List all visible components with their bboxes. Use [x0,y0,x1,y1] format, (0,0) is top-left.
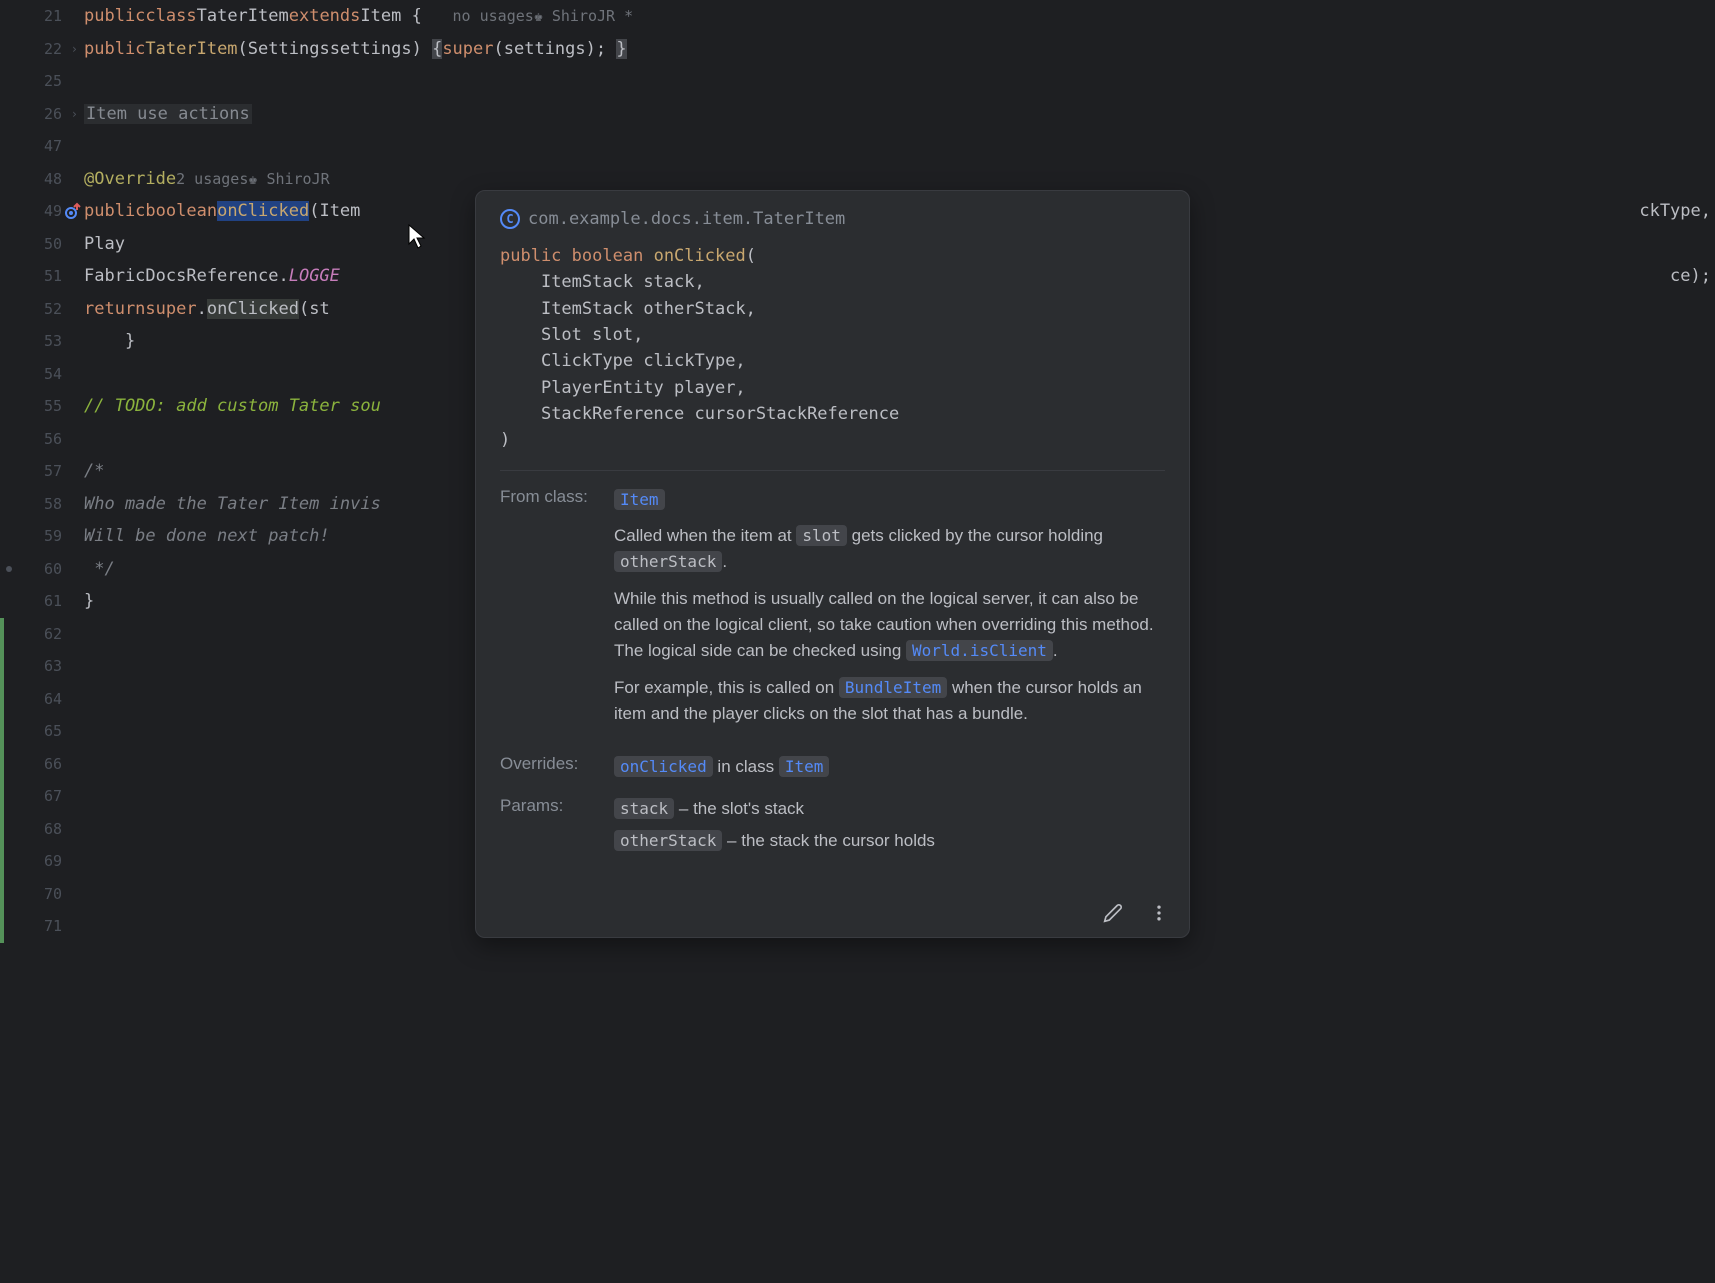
gutter-line[interactable]: 66 [0,748,80,781]
gutter-line[interactable]: 71 [0,910,80,943]
gutter-line[interactable]: 67 [0,780,80,813]
gutter-line[interactable]: 50 [0,228,80,261]
author-hint[interactable]: ♚ ShiroJR [248,170,329,188]
gutter-line[interactable]: 49 [0,195,80,228]
gutter: 2122›2526›474849505152535455565758596061… [0,0,80,1283]
doc-fqn[interactable]: com.example.docs.item.TaterItem [528,209,845,229]
folded-region[interactable]: Item use actions [84,104,252,124]
doc-description: For example, this is called on BundleIte… [614,675,1165,728]
gutter-line[interactable]: 21 [0,0,80,33]
class-link[interactable]: BundleItem [839,677,947,698]
gutter-line[interactable]: 47 [0,130,80,163]
gutter-line[interactable]: 65 [0,715,80,748]
fold-icon[interactable]: › [71,107,78,121]
doc-from-class: From class: Item Called when the item at… [500,487,1165,738]
gutter-line[interactable]: 63 [0,650,80,683]
param-row: stack – the slot's stack [614,796,1165,822]
gutter-line[interactable]: 48 [0,163,80,196]
divider [500,470,1165,471]
gutter-line[interactable]: 25 [0,65,80,98]
usage-hint[interactable]: no usages [453,7,534,25]
doc-class-header: C com.example.docs.item.TaterItem [500,209,1165,229]
kebab-icon [1149,903,1169,923]
gutter-line[interactable]: 58 [0,488,80,521]
gutter-line[interactable]: 57 [0,455,80,488]
doc-overrides: Overrides: onClicked in class Item [500,754,1165,780]
code-line[interactable]: public TaterItem(Settings settings) { su… [80,33,1715,66]
gutter-line[interactable]: 62 [0,618,80,651]
gutter-line[interactable]: 54 [0,358,80,391]
gutter-line[interactable]: 68 [0,813,80,846]
doc-description: While this method is usually called on t… [614,586,1165,665]
documentation-popup: C com.example.docs.item.TaterItem public… [475,190,1190,938]
gutter-line[interactable]: 51 [0,260,80,293]
class-link[interactable]: Item [614,489,665,510]
gutter-line[interactable]: 69 [0,845,80,878]
author-hint[interactable]: ♚ ShiroJR * [534,7,633,25]
gutter-line[interactable]: 64 [0,683,80,716]
code-line[interactable] [80,65,1715,98]
method-name-selected[interactable]: onClicked [217,201,309,221]
gutter-line[interactable]: 53 [0,325,80,358]
doc-actions [1101,901,1171,925]
gutter-line[interactable]: 61 [0,585,80,618]
code-line[interactable]: Item use actions [80,98,1715,131]
method-link[interactable]: World.isClient [906,640,1053,661]
edit-button[interactable] [1101,901,1125,925]
gutter-line[interactable]: 55 [0,390,80,423]
code-line[interactable]: public class TaterItem extends Item { no… [80,0,1715,33]
doc-description: Called when the item at slot gets clicke… [614,523,1165,576]
code-line[interactable] [80,130,1715,163]
gutter-line[interactable]: 59 [0,520,80,553]
breakpoint-hint-icon[interactable] [6,566,12,572]
class-icon: C [500,209,520,229]
gutter-line[interactable]: 52 [0,293,80,326]
param-row: otherStack – the stack the cursor holds [614,828,1165,854]
gutter-line[interactable]: 26› [0,98,80,131]
gutter-line[interactable]: 60 [0,553,80,586]
gutter-line[interactable]: 22› [0,33,80,66]
more-button[interactable] [1147,901,1171,925]
method-link[interactable]: onClicked [614,756,713,777]
gutter-line[interactable]: 70 [0,878,80,911]
gutter-line[interactable]: 56 [0,423,80,456]
doc-params: Params: stack – the slot's stackotherSta… [500,796,1165,861]
usage-hint[interactable]: 2 usages [176,170,248,188]
documentation-scroll[interactable]: C com.example.docs.item.TaterItem public… [476,191,1189,937]
fold-icon[interactable]: › [71,42,78,56]
doc-signature: public boolean onClicked( ItemStack stac… [500,243,1165,454]
pencil-icon [1103,903,1123,923]
class-link[interactable]: Item [779,756,830,777]
